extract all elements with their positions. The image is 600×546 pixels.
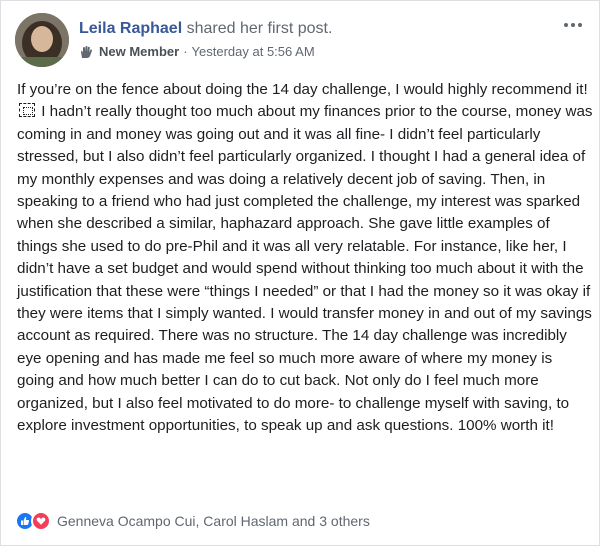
post-subline: New Member · Yesterday at 5:56 AM <box>79 44 332 60</box>
more-dot <box>571 23 575 27</box>
reactions-summary[interactable]: Genneva Ocampo Cui, Carol Haslam and 3 o… <box>57 513 370 529</box>
waving-hand-icon <box>81 46 93 58</box>
reactions-bar[interactable]: Genneva Ocampo Cui, Carol Haslam and 3 o… <box>15 511 370 531</box>
post-timestamp[interactable]: Yesterday at 5:56 AM <box>192 44 315 60</box>
post-text-part1: If you’re on the fence about doing the 1… <box>17 81 588 98</box>
member-badge: New Member <box>99 44 180 59</box>
profile-photo <box>15 13 69 67</box>
more-dot <box>578 23 582 27</box>
more-dot <box>564 23 568 27</box>
heart-glyph <box>36 517 46 525</box>
post-body: If you’re on the fence about doing the 1… <box>17 79 593 438</box>
author-name[interactable]: Leila Raphael <box>79 20 182 37</box>
post-header: Leila Raphael shared her first post. New… <box>15 13 585 69</box>
author-line: Leila Raphael shared her first post. <box>79 19 332 39</box>
thumbs-up-glyph <box>21 517 30 525</box>
missing-emoji-icon <box>19 103 35 118</box>
post-action-text: shared her first post. <box>182 20 333 37</box>
love-icon <box>31 511 51 531</box>
post-text-part2: I hadn’t really thought too much about m… <box>17 103 593 435</box>
avatar[interactable] <box>15 13 69 67</box>
separator-dot: · <box>183 44 188 59</box>
post-meta: Leila Raphael shared her first post. New… <box>79 19 332 60</box>
more-options-icon[interactable] <box>561 17 585 33</box>
reaction-icons <box>15 511 51 531</box>
post-card: Leila Raphael shared her first post. New… <box>0 0 600 546</box>
